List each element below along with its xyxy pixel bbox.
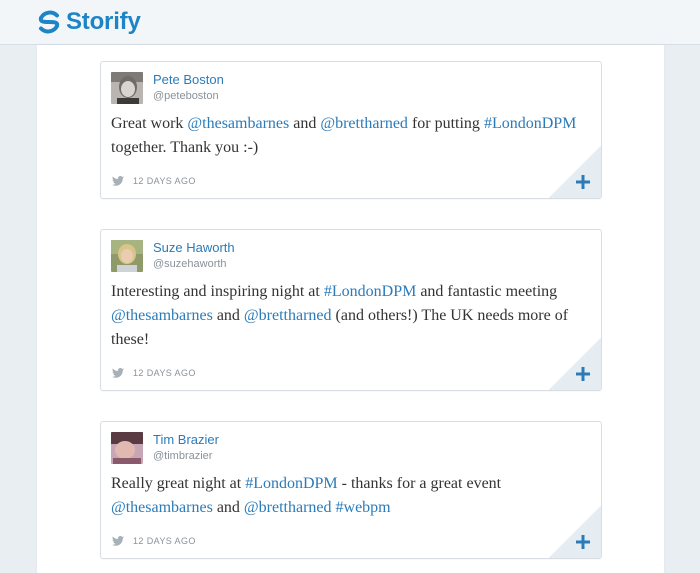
- avatar[interactable]: [111, 432, 143, 464]
- brand-name: Storify: [66, 8, 141, 35]
- twitter-bird-icon[interactable]: [112, 368, 124, 378]
- author-name[interactable]: Pete Boston: [153, 72, 224, 87]
- tweet-meta: 12 DAYS AGO: [112, 368, 196, 378]
- add-to-story-button[interactable]: [575, 174, 591, 190]
- hashtag-link[interactable]: #LondonDPM: [484, 115, 576, 132]
- tweet-meta: 12 DAYS AGO: [112, 536, 196, 546]
- author-handle[interactable]: @peteboston: [153, 90, 219, 102]
- card-corner: [549, 146, 601, 198]
- plus-icon: [576, 367, 590, 381]
- tweet-text-segment: and: [289, 115, 321, 132]
- plus-icon: [576, 175, 590, 189]
- mention-link[interactable]: @thesambarnes: [111, 307, 213, 324]
- mention-link[interactable]: @brettharned: [244, 499, 332, 516]
- author-name[interactable]: Suze Haworth: [153, 240, 235, 255]
- author-name[interactable]: Tim Brazier: [153, 432, 219, 447]
- card-corner: [549, 506, 601, 558]
- twitter-bird-icon[interactable]: [112, 176, 124, 186]
- avatar[interactable]: [111, 240, 143, 272]
- tweet-text-segment: together. Thank you :-): [111, 139, 259, 156]
- tweet-timestamp[interactable]: 12 DAYS AGO: [133, 536, 196, 546]
- tweet-timestamp[interactable]: 12 DAYS AGO: [133, 368, 196, 378]
- tweet-card: Tim Brazier @timbrazier Really great nig…: [100, 421, 602, 559]
- add-to-story-button[interactable]: [575, 534, 591, 550]
- tweet-text-segment: and: [212, 499, 244, 516]
- tweet-text: Interesting and inspiring night at #Lond…: [111, 280, 581, 352]
- mention-link[interactable]: @thesambarnes: [111, 499, 213, 516]
- tweet-text-segment: and: [212, 307, 244, 324]
- hashtag-link[interactable]: #webpm: [336, 499, 391, 516]
- twitter-bird-icon[interactable]: [112, 536, 124, 546]
- tweet-card: Pete Boston @peteboston Great work @thes…: [100, 61, 602, 199]
- mention-link[interactable]: @thesambarnes: [187, 115, 289, 132]
- tweet-text-segment: Interesting and inspiring night at: [111, 283, 324, 300]
- tweet-text-segment: Really great night at: [111, 475, 246, 492]
- top-bar: Storify: [0, 0, 700, 45]
- author-handle[interactable]: @suzehaworth: [153, 258, 227, 270]
- hashtag-link[interactable]: #LondonDPM: [245, 475, 337, 492]
- tweet-text-segment: - thanks for a great event: [337, 475, 502, 492]
- tweet-timestamp[interactable]: 12 DAYS AGO: [133, 176, 196, 186]
- card-corner: [549, 338, 601, 390]
- storify-logo-icon: [36, 9, 62, 35]
- add-to-story-button[interactable]: [575, 366, 591, 382]
- plus-icon: [576, 535, 590, 549]
- author-handle[interactable]: @timbrazier: [153, 450, 212, 462]
- mention-link[interactable]: @brettharned: [320, 115, 408, 132]
- tweet-text: Really great night at #LondonDPM - thank…: [111, 472, 581, 520]
- tweet-text-segment: and fantastic meeting: [416, 283, 558, 300]
- tweet-text-segment: for putting: [407, 115, 484, 132]
- tweet-card: Suze Haworth @suzehaworth Interesting an…: [100, 229, 602, 391]
- avatar[interactable]: [111, 72, 143, 104]
- tweet-meta: 12 DAYS AGO: [112, 176, 196, 186]
- hashtag-link[interactable]: #LondonDPM: [324, 283, 416, 300]
- storify-logo[interactable]: Storify: [36, 9, 141, 35]
- tweet-text-segment: Great work: [111, 115, 188, 132]
- tweet-text: Great work @thesambarnes and @brettharne…: [111, 112, 581, 160]
- mention-link[interactable]: @brettharned: [244, 307, 332, 324]
